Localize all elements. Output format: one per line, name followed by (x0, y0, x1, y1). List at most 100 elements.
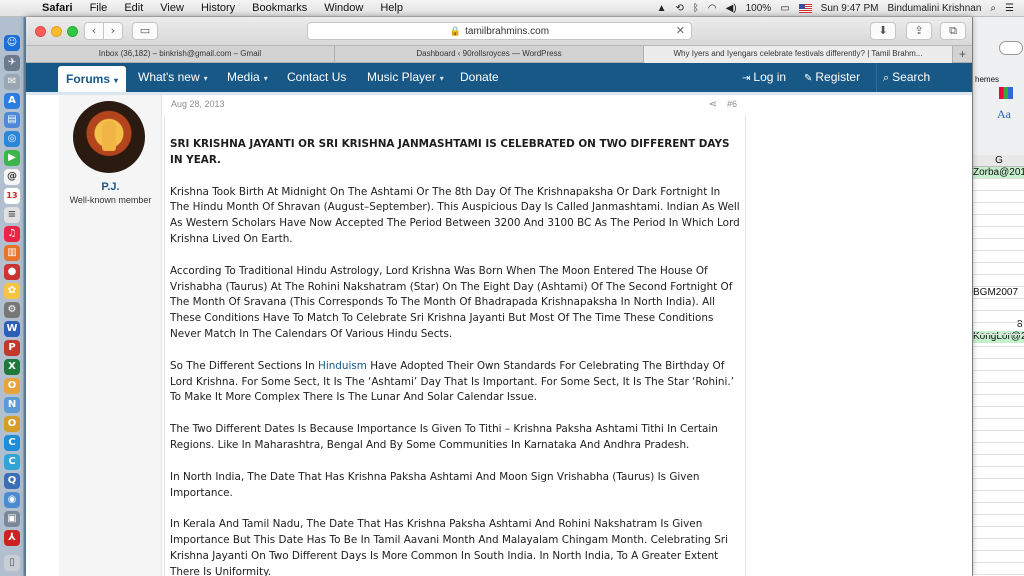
share-post-icon[interactable]: ⋖ (709, 99, 717, 110)
bluetooth-icon[interactable]: ᛒ (693, 3, 699, 14)
chevron-down-icon[interactable]: ▾ (440, 74, 444, 83)
clock[interactable]: Sun 9:47 PM (821, 3, 879, 14)
launchpad-icon[interactable]: ✈ (4, 55, 20, 71)
spotlight-icon[interactable]: ⌕ (990, 3, 996, 14)
nav-donate[interactable]: Donate (460, 63, 499, 92)
outlook-icon[interactable]: O (4, 378, 20, 394)
excel-cell-1[interactable]: Zorba@2011 (973, 167, 1024, 179)
post-number[interactable]: #6 (727, 99, 737, 109)
fonts-icon[interactable]: Aa (997, 107, 1011, 122)
chevron-down-icon[interactable]: ▾ (264, 74, 268, 83)
register-link[interactable]: ✎ Register (804, 63, 860, 92)
share-icon[interactable]: ⇪ (906, 22, 932, 40)
tab-gmail[interactable]: Inbox (36,182) – binkrish@gmail.com – Gm… (26, 46, 335, 63)
ibooks-icon[interactable]: ▥ (4, 245, 20, 261)
nav-contact[interactable]: Contact Us (287, 63, 346, 92)
facetime-icon[interactable]: ▶ (4, 150, 20, 166)
chevron-down-icon[interactable]: ▾ (204, 74, 208, 83)
web-page: Forums ▾ What's new ▾ Media ▾ Contact Us Mu… (26, 63, 972, 576)
excel-icon[interactable]: X (4, 359, 20, 375)
url-text: tamilbrahmins.com (465, 26, 550, 37)
app-c-icon[interactable]: C (4, 435, 20, 451)
login-icon: ⇥ (742, 73, 751, 84)
network-icon[interactable]: ◉ (4, 492, 20, 508)
excel-cell-4[interactable]: KongLor@2 (973, 331, 1024, 343)
word-icon[interactable]: W (4, 321, 20, 337)
app-store-icon[interactable]: A (4, 93, 20, 109)
excel-toggle[interactable] (999, 41, 1023, 55)
mail-icon[interactable]: ✉ (4, 74, 20, 90)
colors-icon[interactable] (999, 87, 1013, 99)
search-link[interactable]: ⌕ Search (876, 63, 930, 92)
user-name[interactable]: Bindumalini Krishnan (887, 3, 981, 14)
tab-gmail-label: Inbox (36,182) – binkrish@gmail.com – Gm… (98, 49, 262, 58)
quicktime-icon[interactable]: Q (4, 473, 20, 489)
author-name[interactable]: P.J. (59, 181, 162, 193)
preview-icon[interactable]: ▤ (4, 112, 20, 128)
app-c2-icon[interactable]: C (4, 454, 20, 470)
menu-bookmarks[interactable]: Bookmarks (252, 2, 307, 14)
tab-tamilbrahmins[interactable]: Why Iyers and Iyengars celebrate festiva… (644, 46, 953, 63)
close-window-button[interactable] (35, 26, 46, 37)
zoom-window-button[interactable] (67, 26, 78, 37)
excel-window: hemes Aa G Zorba@2011 BGM2007 8 KongLor@… (972, 17, 1024, 576)
nav-contact-label: Contact Us (287, 70, 347, 84)
minimize-window-button[interactable] (51, 26, 62, 37)
tabs-icon[interactable]: ⧉ (940, 22, 966, 40)
nav-media[interactable]: Media ▾ (227, 63, 268, 92)
finder-icon[interactable]: ☺ (4, 35, 20, 51)
sidebar-icon[interactable]: ▭ (132, 22, 158, 40)
photo-booth-icon[interactable]: ● (4, 264, 20, 280)
powerpoint-icon[interactable]: P (4, 340, 20, 356)
acrobat-icon[interactable]: ⅄ (4, 530, 20, 546)
itunes-icon[interactable]: ♫ (4, 226, 20, 242)
flag-icon[interactable] (798, 4, 812, 13)
nav-forums[interactable]: Forums ▾ (58, 66, 127, 92)
chevron-down-icon[interactable]: ▾ (114, 76, 118, 85)
battery-icon[interactable]: ▭ (780, 3, 789, 14)
notification-center-icon[interactable]: ☰ (1005, 3, 1014, 14)
post-date[interactable]: Aug 28, 2013 (171, 99, 225, 109)
menu-safari[interactable]: Safari (42, 2, 73, 14)
menu-history[interactable]: History (201, 2, 235, 14)
photos-icon[interactable]: ✿ (4, 283, 20, 299)
onenote-icon[interactable]: N (4, 397, 20, 413)
volume-icon[interactable]: ◀) (726, 3, 737, 14)
hinduism-link[interactable]: Hinduism (318, 360, 367, 372)
system-preferences-icon[interactable]: ⚙ (4, 302, 20, 318)
calendar-icon[interactable]: 13 (4, 188, 20, 204)
excel-col-g[interactable]: G (973, 155, 1024, 167)
excel-cell-2[interactable]: BGM2007 (973, 287, 1024, 299)
menu-view[interactable]: View (160, 2, 184, 14)
avatar[interactable] (73, 101, 145, 173)
trash-icon[interactable]: ▯ (4, 555, 20, 571)
login-label: Log in (753, 70, 787, 84)
nav-forums-label: Forums (66, 72, 111, 86)
time-machine-icon[interactable]: ⟲ (675, 3, 683, 14)
new-tab-icon[interactable]: + (959, 46, 966, 62)
app-misc-icon[interactable]: ▣ (4, 511, 20, 527)
clear-url-icon[interactable]: ✕ (676, 23, 685, 40)
address-bar[interactable]: 🔒 tamilbrahmins.com ✕ (307, 22, 692, 40)
back-icon[interactable]: ‹ (84, 22, 104, 40)
nav-music-label: Music Player (367, 70, 436, 84)
contacts-icon[interactable]: @ (4, 169, 20, 185)
menu-window[interactable]: Window (324, 2, 363, 14)
menu-help[interactable]: Help (380, 2, 403, 14)
nav-music-player[interactable]: Music Player ▾ (367, 63, 444, 92)
safari-dock-icon[interactable]: ◎ (4, 131, 20, 147)
login-link[interactable]: ⇥ Log in (742, 63, 786, 92)
post-author-panel: P.J. Well-known member (59, 95, 162, 576)
menu-edit[interactable]: Edit (124, 2, 143, 14)
menu-file[interactable]: File (90, 2, 108, 14)
app-o-icon[interactable]: O (4, 416, 20, 432)
tab-wordpress[interactable]: Dashboard ‹ 90rollsroyces — WordPress (335, 46, 644, 63)
download-icon[interactable]: ⬇ (870, 22, 896, 40)
forward-icon[interactable]: › (103, 22, 123, 40)
notes-icon[interactable]: ≡ (4, 207, 20, 223)
register-icon: ✎ (804, 73, 813, 84)
nav-whats-new[interactable]: What's new ▾ (138, 63, 208, 92)
wifi-icon[interactable]: ◠ (708, 3, 717, 14)
adobe-icon[interactable]: ▲ (657, 3, 667, 14)
excel-cell-3[interactable]: 8 (1017, 319, 1024, 331)
